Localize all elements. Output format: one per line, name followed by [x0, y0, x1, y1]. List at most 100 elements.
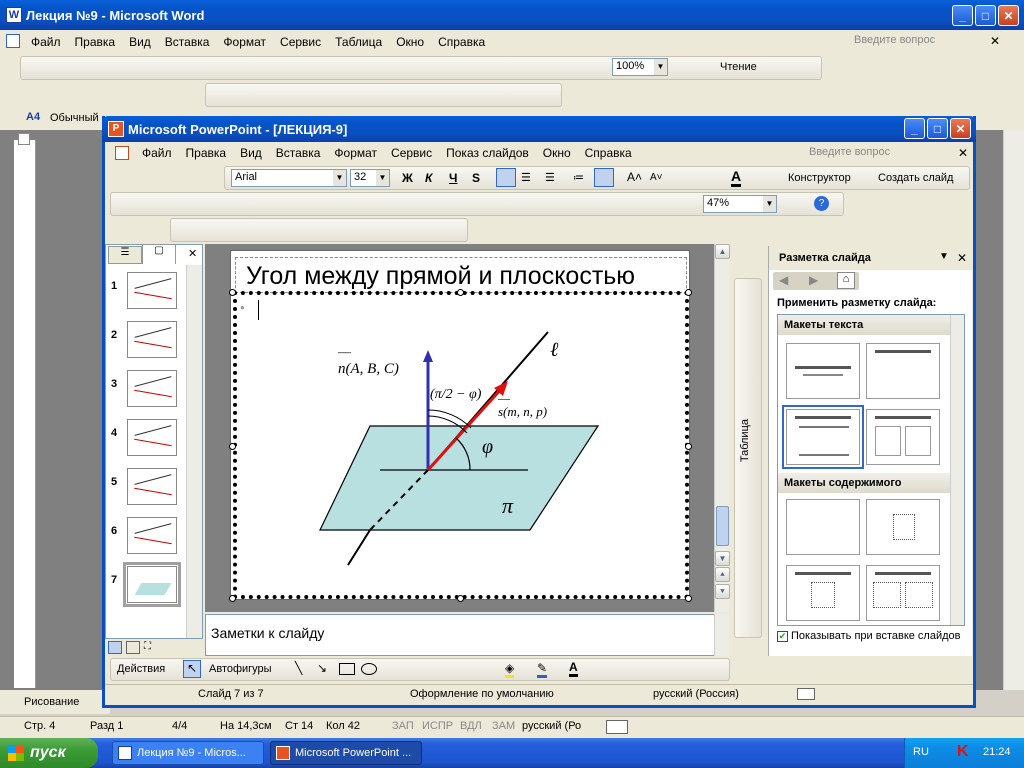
scroll-down-icon[interactable]: ▼ [715, 551, 730, 566]
underline-button[interactable]: Ч [449, 171, 457, 185]
word-zoom-select[interactable]: 100% ▼ [612, 58, 668, 76]
scroll-up-icon[interactable]: ▲ [715, 244, 730, 259]
next-slide-icon[interactable]: ⯆ [715, 584, 730, 599]
actions-menu[interactable]: Действия [117, 663, 165, 675]
rectangle-tool-icon[interactable] [339, 663, 355, 675]
align-center-icon[interactable]: ☰ [521, 171, 531, 184]
bold-button[interactable]: Ж [402, 171, 413, 185]
ppt-menu-7[interactable]: Окно [536, 146, 578, 160]
ppt-close-button[interactable]: ✕ [950, 118, 971, 139]
word-menu-2[interactable]: Вид [122, 35, 158, 49]
tab-outline[interactable]: ☰ [108, 246, 142, 264]
layout-two-columns[interactable] [866, 409, 940, 465]
text-color-icon[interactable]: A [569, 660, 578, 677]
word-menu-4[interactable]: Формат [216, 35, 273, 49]
word-menu-6[interactable]: Таблица [328, 35, 389, 49]
new-slide-button[interactable]: Создать слайд [878, 172, 953, 184]
antivirus-icon[interactable]: K [957, 743, 969, 761]
start-button[interactable]: пуск [0, 738, 98, 768]
slide-thumbnail-3[interactable] [127, 370, 177, 407]
ppt-menu-8[interactable]: Справка [578, 146, 639, 160]
word-menu-0[interactable]: Файл [24, 35, 68, 49]
notes-pane[interactable]: Заметки к слайду [205, 614, 715, 656]
font-grow-icon[interactable]: A˄ [627, 170, 642, 184]
oval-tool-icon[interactable] [361, 663, 377, 675]
designer-button[interactable]: Конструктор [788, 172, 851, 184]
slide-thumbnail-6[interactable] [127, 517, 177, 554]
slide-thumbnail-4[interactable] [127, 419, 177, 456]
resize-handle[interactable] [457, 289, 464, 296]
language-indicator[interactable]: RU [913, 746, 929, 758]
scroll-thumb[interactable] [716, 506, 729, 546]
slide-thumbnail-2[interactable] [127, 321, 177, 358]
resize-handle[interactable] [685, 289, 692, 296]
word-menu-8[interactable]: Справка [431, 35, 492, 49]
word-menu-3[interactable]: Вставка [158, 35, 217, 49]
word-menu-5[interactable]: Сервис [273, 35, 328, 49]
resize-handle[interactable] [229, 443, 236, 450]
slide-thumbnail-1[interactable] [127, 272, 177, 309]
resize-handle[interactable] [457, 595, 464, 602]
word-vertical-scrollbar[interactable] [1003, 130, 1024, 690]
ppt-ask-input[interactable]: Введите вопрос [805, 144, 945, 162]
word-maximize-button[interactable]: □ [975, 5, 996, 26]
word-close-doc-icon[interactable]: ✕ [990, 34, 1000, 48]
word-menu-1[interactable]: Правка [68, 35, 123, 49]
layout-two-content[interactable] [866, 565, 940, 621]
ppt-zoom-select[interactable]: 47% ▼ [703, 195, 777, 213]
align-right-icon[interactable]: ☰ [545, 171, 555, 184]
word-read-button[interactable]: Чтение [720, 61, 757, 73]
autoshapes-menu[interactable]: Автофигуры [209, 663, 272, 675]
select-arrow-icon[interactable]: ↖ [183, 660, 201, 678]
layout-title-only[interactable] [786, 343, 860, 399]
layout-title-header[interactable] [866, 343, 940, 399]
line-color-icon[interactable]: ✎ [537, 661, 548, 678]
ppt-menu-1[interactable]: Правка [179, 146, 234, 160]
taskbar-word[interactable]: Лекция №9 - Micros... [112, 741, 264, 765]
bullet-list-button[interactable] [594, 168, 614, 187]
ppt-menu-2[interactable]: Вид [233, 146, 269, 160]
font-size-select[interactable]: 32 ▼ [350, 169, 390, 187]
slide-title-box[interactable]: Угол между прямой и плоскостью [235, 257, 687, 293]
ppt-maximize-button[interactable]: □ [927, 118, 948, 139]
word-menu-7[interactable]: Окно [389, 35, 431, 49]
word-ask-input[interactable]: Введите вопрос [850, 32, 980, 50]
slides-pane-close-icon[interactable]: ✕ [188, 247, 197, 260]
slide-vertical-scrollbar[interactable]: ▲ ▼ ⯅ ⯆ [714, 244, 730, 612]
resize-handle[interactable] [229, 289, 236, 296]
shadow-button[interactable]: S [472, 171, 480, 185]
slide-thumbnail-5[interactable] [127, 468, 177, 505]
ppt-menu-0[interactable]: Файл [135, 146, 179, 160]
word-draw-label[interactable]: Рисование [24, 696, 79, 708]
word-minimize-button[interactable]: _ [952, 5, 973, 26]
layout-blank[interactable] [786, 499, 860, 555]
arrow-tool-icon[interactable]: ↘ [317, 661, 327, 675]
layout-scrollbar[interactable] [950, 315, 964, 625]
home-icon[interactable]: ⌂ [837, 272, 855, 289]
font-select[interactable]: Arial ▼ [231, 169, 347, 187]
ppt-menu-3[interactable]: Вставка [269, 146, 328, 160]
forward-icon[interactable]: ▶ [809, 273, 818, 287]
fill-color-icon[interactable]: ◈ [505, 661, 515, 678]
slide-thumbnail-7[interactable] [123, 562, 181, 607]
show-on-insert-checkbox[interactable]: ✔ [777, 631, 788, 642]
font-shrink-icon[interactable]: A˅ [650, 172, 663, 183]
task-pane-close-icon[interactable]: ✕ [957, 251, 967, 265]
ppt-minimize-button[interactable]: _ [904, 118, 925, 139]
ppt-close-doc-icon[interactable]: ✕ [958, 146, 968, 160]
ppt-menu-4[interactable]: Формат [327, 146, 384, 160]
normal-view-icon[interactable] [108, 641, 122, 654]
resize-handle[interactable] [685, 595, 692, 602]
prev-slide-icon[interactable]: ⯅ [715, 567, 730, 582]
task-pane-menu-icon[interactable]: ▼ [939, 251, 949, 262]
font-color-icon[interactable]: A [731, 168, 742, 187]
numbered-list-icon[interactable]: ≔ [573, 171, 584, 184]
word-close-button[interactable]: ✕ [998, 5, 1019, 26]
resize-handle[interactable] [685, 443, 692, 450]
ppt-menu-6[interactable]: Показ слайдов [439, 146, 536, 160]
help-icon[interactable]: ? [814, 196, 829, 211]
tab-slides[interactable]: ▢ [142, 244, 176, 264]
back-icon[interactable]: ◀ [779, 273, 788, 287]
align-left-button[interactable] [496, 168, 516, 187]
taskbar-powerpoint[interactable]: Microsoft PowerPoint ... [270, 741, 422, 765]
